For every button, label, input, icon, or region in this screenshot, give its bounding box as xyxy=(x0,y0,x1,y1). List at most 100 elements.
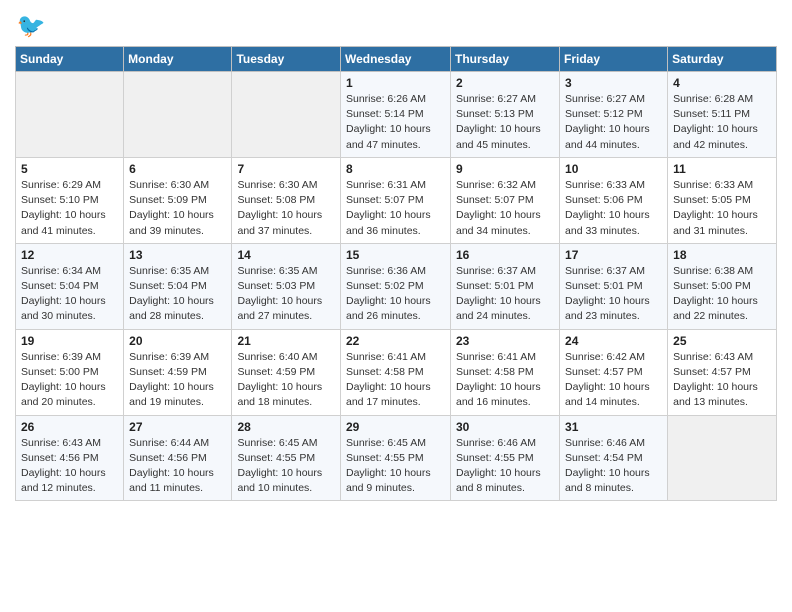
calendar-day-cell: 2 Sunrise: 6:27 AMSunset: 5:13 PMDaylight… xyxy=(451,72,560,158)
calendar-day-cell: 10Sunrise: 6:33 AMSunset: 5:06 PMDayligh… xyxy=(560,157,668,243)
day-number: 6 xyxy=(129,162,226,176)
calendar-day-cell: 5 Sunrise: 6:29 AMSunset: 5:10 PMDaylight… xyxy=(16,157,124,243)
day-number: 11 xyxy=(673,162,771,176)
calendar-day-cell: 11Sunrise: 6:33 AMSunset: 5:05 PMDayligh… xyxy=(668,157,777,243)
svg-text:🐦: 🐦 xyxy=(17,12,45,38)
day-number: 20 xyxy=(129,334,226,348)
day-info: Sunrise: 6:39 AMSunset: 4:59 PMDaylight:… xyxy=(129,350,226,411)
calendar-day-cell: 18 Sunrise: 6:38 AMSunset: 5:00 PMDayligh… xyxy=(668,243,777,329)
day-info: Sunrise: 6:41 AMSunset: 4:58 PMDaylight:… xyxy=(456,350,554,411)
day-number: 23 xyxy=(456,334,554,348)
day-number: 30 xyxy=(456,420,554,434)
calendar-week-row: 19 Sunrise: 6:39 AMSunset: 5:00 PMDayligh… xyxy=(16,329,777,415)
day-number: 31 xyxy=(565,420,662,434)
calendar-day-cell xyxy=(232,72,341,158)
calendar-day-cell: 21 Sunrise: 6:40 AMSunset: 4:59 PMDayligh… xyxy=(232,329,341,415)
day-info: Sunrise: 6:40 AMSunset: 4:59 PMDaylight:… xyxy=(237,350,335,411)
calendar-day-cell: 19 Sunrise: 6:39 AMSunset: 5:00 PMDayligh… xyxy=(16,329,124,415)
day-info: Sunrise: 6:26 AMSunset: 5:14 PMDaylight:… xyxy=(346,92,445,153)
day-number: 18 xyxy=(673,248,771,262)
calendar-day-cell: 12 Sunrise: 6:34 AMSunset: 5:04 PMDayligh… xyxy=(16,243,124,329)
calendar-header-row: SundayMondayTuesdayWednesdayThursdayFrid… xyxy=(16,47,777,72)
day-info: Sunrise: 6:28 AMSunset: 5:11 PMDaylight:… xyxy=(673,92,771,153)
calendar-day-cell: 4 Sunrise: 6:28 AMSunset: 5:11 PMDaylight… xyxy=(668,72,777,158)
day-info: Sunrise: 6:30 AMSunset: 5:08 PMDaylight:… xyxy=(237,178,335,239)
day-number: 24 xyxy=(565,334,662,348)
day-info: Sunrise: 6:45 AMSunset: 4:55 PMDaylight:… xyxy=(346,436,445,497)
day-info: Sunrise: 6:35 AMSunset: 5:03 PMDaylight:… xyxy=(237,264,335,325)
day-info: Sunrise: 6:45 AMSunset: 4:55 PMDaylight:… xyxy=(237,436,335,497)
day-of-week-header: Wednesday xyxy=(341,47,451,72)
day-number: 5 xyxy=(21,162,118,176)
page-header: 🐦 xyxy=(15,10,777,40)
day-number: 22 xyxy=(346,334,445,348)
day-number: 13 xyxy=(129,248,226,262)
day-number: 29 xyxy=(346,420,445,434)
day-number: 16 xyxy=(456,248,554,262)
day-number: 1 xyxy=(346,76,445,90)
day-number: 8 xyxy=(346,162,445,176)
day-number: 4 xyxy=(673,76,771,90)
calendar-day-cell xyxy=(668,415,777,501)
day-of-week-header: Monday xyxy=(124,47,232,72)
calendar-day-cell: 25Sunrise: 6:43 AMSunset: 4:57 PMDayligh… xyxy=(668,329,777,415)
calendar-day-cell: 6 Sunrise: 6:30 AMSunset: 5:09 PMDaylight… xyxy=(124,157,232,243)
day-info: Sunrise: 6:39 AMSunset: 5:00 PMDaylight:… xyxy=(21,350,118,411)
calendar-week-row: 1 Sunrise: 6:26 AMSunset: 5:14 PMDaylight… xyxy=(16,72,777,158)
day-info: Sunrise: 6:37 AMSunset: 5:01 PMDaylight:… xyxy=(565,264,662,325)
day-number: 17 xyxy=(565,248,662,262)
day-info: Sunrise: 6:27 AMSunset: 5:13 PMDaylight:… xyxy=(456,92,554,153)
day-info: Sunrise: 6:30 AMSunset: 5:09 PMDaylight:… xyxy=(129,178,226,239)
day-info: Sunrise: 6:44 AMSunset: 4:56 PMDaylight:… xyxy=(129,436,226,497)
calendar-day-cell: 26 Sunrise: 6:43 AMSunset: 4:56 PMDayligh… xyxy=(16,415,124,501)
calendar-day-cell: 16 Sunrise: 6:37 AMSunset: 5:01 PMDayligh… xyxy=(451,243,560,329)
day-info: Sunrise: 6:46 AMSunset: 4:54 PMDaylight:… xyxy=(565,436,662,497)
calendar-day-cell: 14 Sunrise: 6:35 AMSunset: 5:03 PMDayligh… xyxy=(232,243,341,329)
day-info: Sunrise: 6:38 AMSunset: 5:00 PMDaylight:… xyxy=(673,264,771,325)
calendar-day-cell: 24 Sunrise: 6:42 AMSunset: 4:57 PMDayligh… xyxy=(560,329,668,415)
day-info: Sunrise: 6:36 AMSunset: 5:02 PMDaylight:… xyxy=(346,264,445,325)
day-info: Sunrise: 6:34 AMSunset: 5:04 PMDaylight:… xyxy=(21,264,118,325)
day-info: Sunrise: 6:27 AMSunset: 5:12 PMDaylight:… xyxy=(565,92,662,153)
day-of-week-header: Saturday xyxy=(668,47,777,72)
calendar-day-cell: 13 Sunrise: 6:35 AMSunset: 5:04 PMDayligh… xyxy=(124,243,232,329)
calendar-day-cell: 31 Sunrise: 6:46 AMSunset: 4:54 PMDayligh… xyxy=(560,415,668,501)
calendar-day-cell: 17 Sunrise: 6:37 AMSunset: 5:01 PMDayligh… xyxy=(560,243,668,329)
logo: 🐦 xyxy=(15,10,49,40)
calendar-day-cell: 30Sunrise: 6:46 AMSunset: 4:55 PMDayligh… xyxy=(451,415,560,501)
day-number: 26 xyxy=(21,420,118,434)
calendar-day-cell: 20 Sunrise: 6:39 AMSunset: 4:59 PMDayligh… xyxy=(124,329,232,415)
calendar-table: SundayMondayTuesdayWednesdayThursdayFrid… xyxy=(15,46,777,501)
day-number: 15 xyxy=(346,248,445,262)
calendar-day-cell: 28Sunrise: 6:45 AMSunset: 4:55 PMDayligh… xyxy=(232,415,341,501)
day-number: 14 xyxy=(237,248,335,262)
day-number: 10 xyxy=(565,162,662,176)
day-info: Sunrise: 6:31 AMSunset: 5:07 PMDaylight:… xyxy=(346,178,445,239)
calendar-day-cell: 9Sunrise: 6:32 AMSunset: 5:07 PMDaylight… xyxy=(451,157,560,243)
day-info: Sunrise: 6:42 AMSunset: 4:57 PMDaylight:… xyxy=(565,350,662,411)
calendar-day-cell: 3Sunrise: 6:27 AMSunset: 5:12 PMDaylight… xyxy=(560,72,668,158)
day-number: 2 xyxy=(456,76,554,90)
day-number: 21 xyxy=(237,334,335,348)
day-number: 19 xyxy=(21,334,118,348)
calendar-day-cell xyxy=(124,72,232,158)
calendar-day-cell xyxy=(16,72,124,158)
day-number: 25 xyxy=(673,334,771,348)
day-number: 27 xyxy=(129,420,226,434)
day-of-week-header: Tuesday xyxy=(232,47,341,72)
day-info: Sunrise: 6:35 AMSunset: 5:04 PMDaylight:… xyxy=(129,264,226,325)
calendar-day-cell: 15 Sunrise: 6:36 AMSunset: 5:02 PMDayligh… xyxy=(341,243,451,329)
calendar-day-cell: 29 Sunrise: 6:45 AMSunset: 4:55 PMDayligh… xyxy=(341,415,451,501)
calendar-day-cell: 8 Sunrise: 6:31 AMSunset: 5:07 PMDaylight… xyxy=(341,157,451,243)
day-of-week-header: Friday xyxy=(560,47,668,72)
day-info: Sunrise: 6:41 AMSunset: 4:58 PMDaylight:… xyxy=(346,350,445,411)
calendar-day-cell: 7 Sunrise: 6:30 AMSunset: 5:08 PMDaylight… xyxy=(232,157,341,243)
day-number: 7 xyxy=(237,162,335,176)
calendar-day-cell: 27 Sunrise: 6:44 AMSunset: 4:56 PMDayligh… xyxy=(124,415,232,501)
day-info: Sunrise: 6:29 AMSunset: 5:10 PMDaylight:… xyxy=(21,178,118,239)
day-info: Sunrise: 6:43 AMSunset: 4:56 PMDaylight:… xyxy=(21,436,118,497)
day-info: Sunrise: 6:37 AMSunset: 5:01 PMDaylight:… xyxy=(456,264,554,325)
day-number: 12 xyxy=(21,248,118,262)
logo-bird-icon: 🐦 xyxy=(15,10,45,40)
day-info: Sunrise: 6:32 AMSunset: 5:07 PMDaylight:… xyxy=(456,178,554,239)
